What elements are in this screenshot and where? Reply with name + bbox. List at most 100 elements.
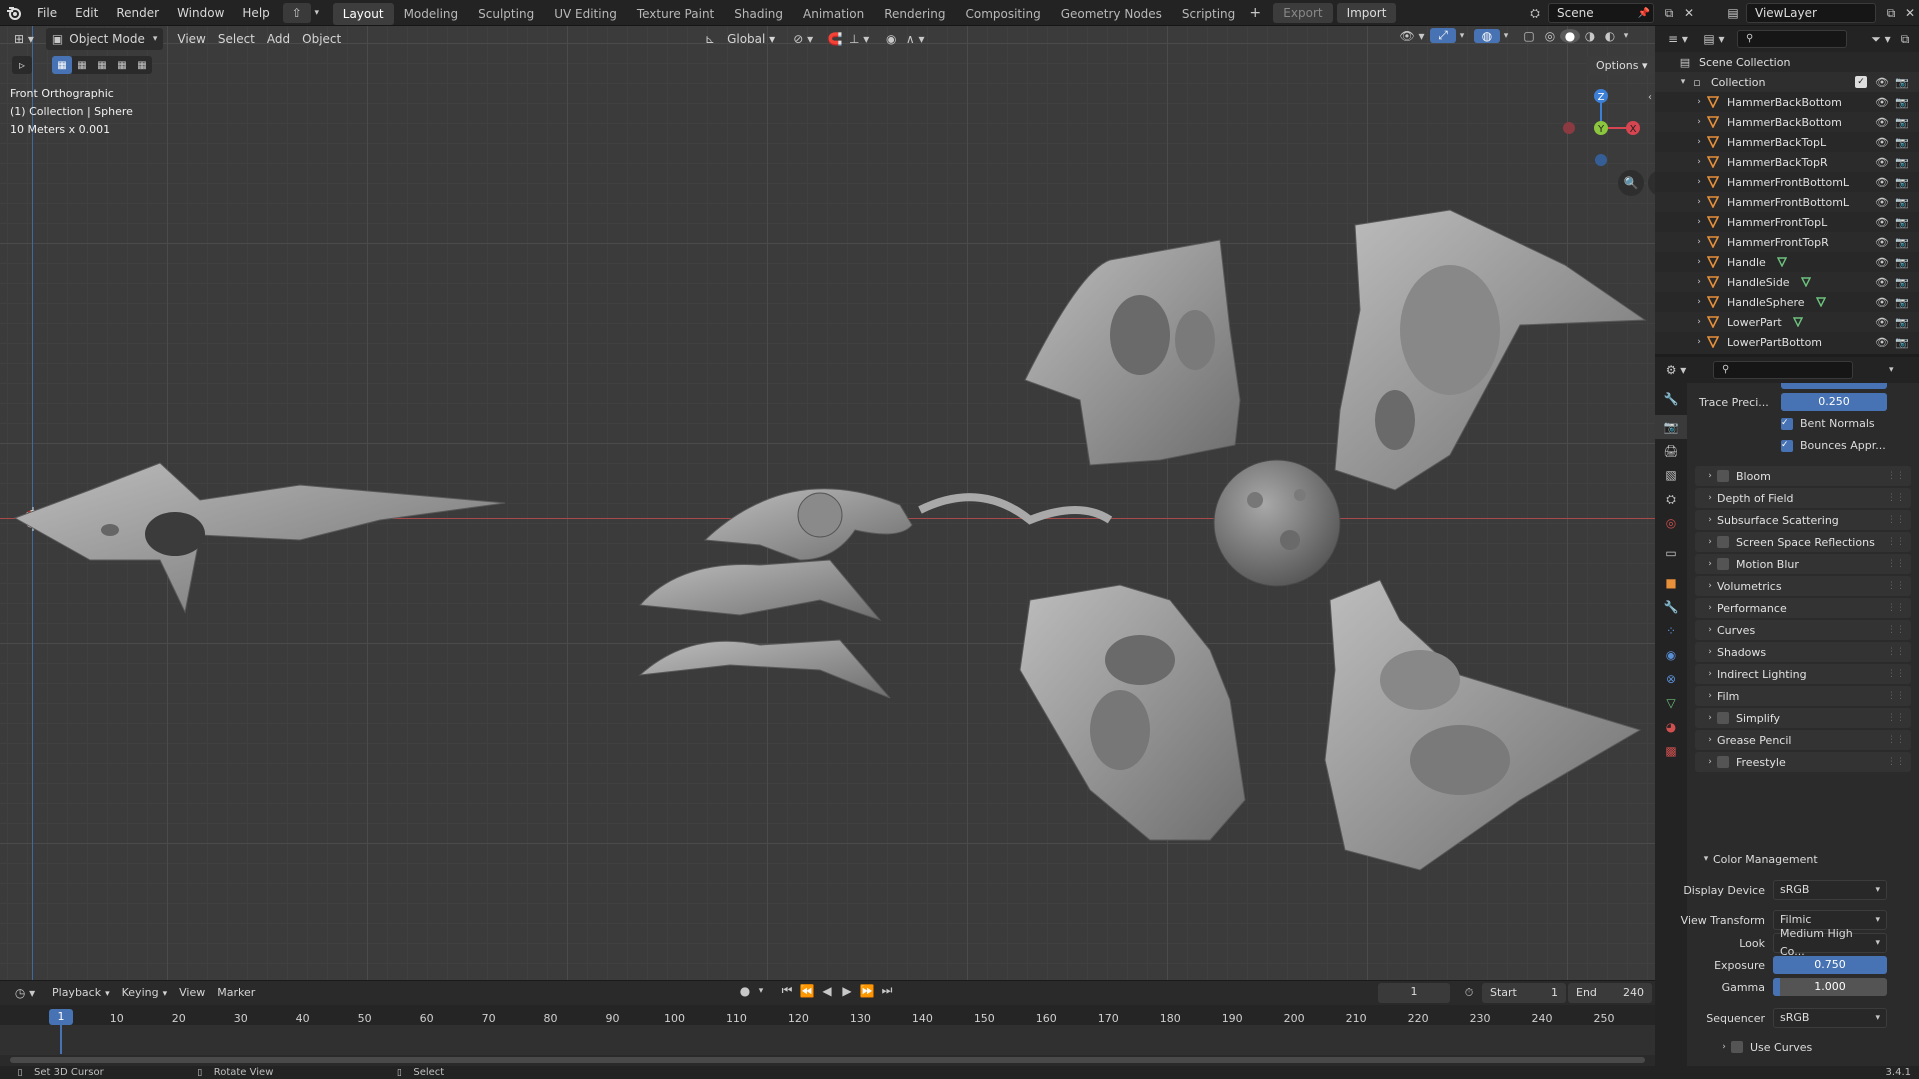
chevron-right-icon[interactable]: ›: [1693, 297, 1705, 307]
eye-icon[interactable]: 👁: [1875, 256, 1889, 269]
tab-animation[interactable]: Animation: [793, 3, 874, 25]
sidebar-toggle-icon[interactable]: ‹: [1648, 92, 1652, 103]
view-layer-field[interactable]: ViewLayer: [1746, 3, 1876, 23]
tab-compositing[interactable]: Compositing: [955, 3, 1050, 25]
handle-object[interactable]: [13, 462, 506, 614]
snap-target-icon[interactable]: ⊥ ▾: [845, 32, 873, 46]
chevron-right-icon[interactable]: ›: [1693, 277, 1705, 287]
pin-icon[interactable]: 📌: [1636, 8, 1652, 19]
eye-icon[interactable]: 👁: [1875, 196, 1889, 209]
chevron-right-icon[interactable]: ›: [1693, 97, 1705, 107]
mesh-data-icon[interactable]: [1776, 257, 1788, 267]
display-device-dropdown[interactable]: sRGB ▾: [1773, 880, 1887, 900]
drag-handle-icon[interactable]: ⋮⋮: [1887, 669, 1905, 679]
panel-film[interactable]: › Film ⋮⋮: [1695, 686, 1911, 706]
panel-screen-space-reflections[interactable]: › Screen Space Reflections ⋮⋮: [1695, 532, 1911, 552]
sculpt-objects[interactable]: [0, 200, 1655, 900]
gizmo-icon[interactable]: ⤢: [1430, 28, 1456, 43]
outliner-item[interactable]: › HammerBackBottom 👁 📷: [1655, 112, 1919, 132]
import-button[interactable]: Import: [1336, 2, 1397, 23]
eye-icon[interactable]: 👁: [1875, 76, 1889, 89]
timeline-menu-marker[interactable]: Marker: [211, 982, 261, 1004]
outliner-item[interactable]: › HammerFrontBottomL 👁 📷: [1655, 172, 1919, 192]
tool-tab-icon[interactable]: 🔧: [1655, 387, 1687, 411]
chevron-right-icon[interactable]: ›: [1693, 197, 1705, 207]
camera-render-icon[interactable]: 📷: [1895, 336, 1909, 349]
mesh-data-icon[interactable]: [1800, 277, 1812, 287]
select-new-icon[interactable]: ▦: [52, 56, 72, 74]
drag-handle-icon[interactable]: ⋮⋮: [1887, 559, 1905, 569]
drag-handle-icon[interactable]: ⋮⋮: [1887, 757, 1905, 767]
select-intersect-icon[interactable]: ▦: [132, 56, 152, 74]
outliner-item[interactable]: › HandleSphere 👁 📷: [1655, 292, 1919, 312]
chevron-right-icon[interactable]: ›: [1693, 237, 1705, 247]
prev-keyframe-icon[interactable]: ⏪: [797, 984, 817, 998]
eye-icon[interactable]: 👁: [1875, 216, 1889, 229]
falloff-icon[interactable]: ∧ ▾: [901, 32, 929, 46]
outliner-item[interactable]: › LowerPart 👁 📷: [1655, 312, 1919, 332]
panel-shadows[interactable]: › Shadows ⋮⋮: [1695, 642, 1911, 662]
display-mode-icon[interactable]: ▤ ▾: [1699, 32, 1729, 46]
outliner-item[interactable]: › HandleSide 👁 📷: [1655, 272, 1919, 292]
outliner-item[interactable]: › HammerBackTopL 👁 📷: [1655, 132, 1919, 152]
outliner-item[interactable]: › HammerBackTopR 👁 📷: [1655, 152, 1919, 172]
playhead-marker[interactable]: 1: [49, 1009, 73, 1025]
eye-icon[interactable]: 👁: [1875, 236, 1889, 249]
checkbox-icon[interactable]: [1717, 470, 1729, 482]
menu-help[interactable]: Help: [233, 0, 278, 26]
chevron-down-icon[interactable]: ▾: [311, 8, 323, 18]
eye-icon[interactable]: 👁: [1875, 296, 1889, 309]
menu-file[interactable]: File: [28, 0, 66, 26]
camera-render-icon[interactable]: 📷: [1895, 196, 1909, 209]
upload-icon[interactable]: ⇧: [282, 2, 311, 23]
use-curves-row[interactable]: › Use Curves: [1655, 1034, 1919, 1060]
new-scene-icon[interactable]: ⧉: [1658, 6, 1680, 21]
orientation-dropdown[interactable]: Global ▾: [721, 28, 781, 50]
hammer-back-top-object[interactable]: [1024, 239, 1241, 466]
hammer-front-top-object[interactable]: [1334, 209, 1647, 491]
chevron-right-icon[interactable]: ›: [1693, 177, 1705, 187]
new-collection-icon[interactable]: ⧉: [1895, 32, 1915, 47]
mode-dropdown[interactable]: ▣ Object Mode ▾: [45, 28, 164, 50]
camera-render-icon[interactable]: 📷: [1895, 296, 1909, 309]
play-reverse-icon[interactable]: ◀: [817, 984, 837, 998]
chevron-down-icon[interactable]: ▾: [755, 986, 767, 996]
panel-freestyle[interactable]: › Freestyle ⋮⋮: [1695, 752, 1911, 772]
scene-icon[interactable]: ⛭: [1522, 6, 1548, 21]
sequencer-dropdown[interactable]: sRGB ▾: [1773, 1008, 1887, 1028]
panel-subsurface-scattering[interactable]: › Subsurface Scattering ⋮⋮: [1695, 510, 1911, 530]
menu-edit[interactable]: Edit: [66, 0, 107, 26]
camera-render-icon[interactable]: 📷: [1895, 156, 1909, 169]
outliner-item[interactable]: › HammerFrontBottomL 👁 📷: [1655, 192, 1919, 212]
look-dropdown[interactable]: Medium High Co... ▾: [1773, 927, 1887, 958]
tab-uv-editing[interactable]: UV Editing: [544, 3, 627, 25]
timeline-scrollbar[interactable]: [10, 1057, 1645, 1063]
tab-modeling[interactable]: Modeling: [394, 3, 469, 25]
tab-scripting[interactable]: Scripting: [1172, 3, 1245, 25]
wireframe-shading-icon[interactable]: ◎: [1540, 29, 1560, 43]
chevron-down-icon[interactable]: ▾: [1456, 31, 1468, 41]
blender-logo-icon[interactable]: [0, 0, 28, 26]
hammer-back-bottom-object[interactable]: [1019, 584, 1246, 841]
record-icon[interactable]: ●: [735, 984, 755, 998]
timeline-menu-keying[interactable]: Keying ▾: [116, 982, 173, 1004]
gamma-slider[interactable]: 1.000: [1773, 978, 1887, 996]
chevron-down-icon[interactable]: ▾: [1620, 31, 1632, 41]
pivot-icon[interactable]: ⊘ ▾: [789, 32, 817, 46]
options-button[interactable]: Options ▾: [1586, 56, 1658, 75]
menu-render[interactable]: Render: [107, 0, 168, 26]
drag-handle-icon[interactable]: ⋮⋮: [1887, 471, 1905, 481]
tab-layout[interactable]: Layout: [332, 2, 394, 25]
end-frame-field[interactable]: End 240: [1568, 983, 1652, 1003]
export-button[interactable]: Export: [1273, 2, 1333, 23]
checkbox-icon[interactable]: [1731, 1041, 1743, 1053]
checkbox-icon[interactable]: [1717, 536, 1729, 548]
chevron-down-icon[interactable]: ▾: [1500, 31, 1512, 41]
drag-handle-icon[interactable]: ⋮⋮: [1887, 603, 1905, 613]
chevron-right-icon[interactable]: ›: [1693, 157, 1705, 167]
outliner-item[interactable]: › HammerFrontTopL 👁 📷: [1655, 212, 1919, 232]
play-icon[interactable]: ▶: [837, 984, 857, 998]
eye-icon[interactable]: 👁: [1875, 336, 1889, 349]
camera-render-icon[interactable]: 📷: [1895, 116, 1909, 129]
tab-rendering[interactable]: Rendering: [874, 3, 955, 25]
